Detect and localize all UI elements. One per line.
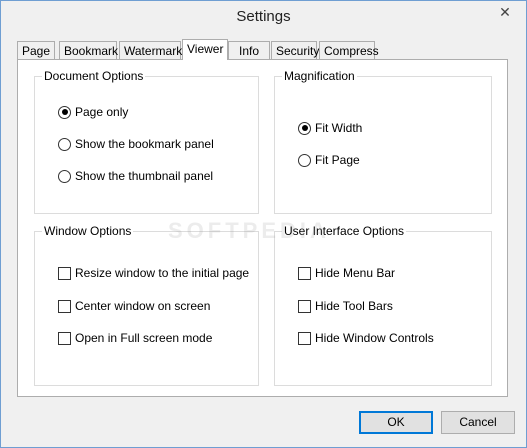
checkbox[interactable] <box>298 266 311 280</box>
checkbox-center-window[interactable]: Center window on screen <box>58 299 210 313</box>
checkbox-label: Resize window to the initial page <box>75 266 250 280</box>
tab-info[interactable]: Info <box>228 41 270 59</box>
radio-label: Fit Width <box>315 121 363 135</box>
viewer-tab-panel: Document Options Page only Show the book… <box>17 59 508 397</box>
radio-button[interactable] <box>58 137 71 151</box>
checkbox-label: Hide Window Controls <box>315 331 434 345</box>
title-bar: Settings ✕ <box>1 1 526 34</box>
tab-watermark[interactable]: Watermark <box>119 41 182 59</box>
checkbox-hide-menu-bar[interactable]: Hide Menu Bar <box>298 266 395 280</box>
checkbox-label: Hide Menu Bar <box>315 266 396 280</box>
tab-bookmark[interactable]: Bookmark <box>59 41 118 59</box>
radio-button[interactable] <box>298 153 311 167</box>
radio-page-only[interactable]: Page only <box>58 105 128 119</box>
cancel-button[interactable]: Cancel <box>441 411 515 434</box>
tab-compress[interactable]: Compress <box>319 41 379 59</box>
radio-button-checked[interactable] <box>58 105 71 119</box>
radio-label: Fit Page <box>315 153 360 167</box>
radio-fit-page[interactable]: Fit Page <box>298 153 360 167</box>
checkbox-resize-window[interactable]: Resize window to the initial page <box>58 266 249 280</box>
checkbox-label: Center window on screen <box>75 299 211 313</box>
document-options-label: Document Options <box>42 69 146 83</box>
checkbox-hide-tool-bars[interactable]: Hide Tool Bars <box>298 299 393 313</box>
ui-options-group: User Interface Options Hide Menu Bar Hid… <box>274 224 492 386</box>
ui-options-label: User Interface Options <box>282 224 407 238</box>
document-options-group: Document Options Page only Show the book… <box>34 69 259 214</box>
checkbox[interactable] <box>58 331 71 345</box>
magnification-label: Magnification <box>282 69 357 83</box>
checkbox[interactable] <box>58 299 71 313</box>
magnification-group: Magnification Fit Width Fit Page <box>274 69 492 214</box>
tab-page[interactable]: Page <box>17 41 55 59</box>
radio-button[interactable] <box>58 169 71 183</box>
tab-security[interactable]: Security <box>271 41 319 59</box>
radio-fit-width[interactable]: Fit Width <box>298 121 362 135</box>
window-title: Settings <box>236 8 291 25</box>
radio-show-bookmark-panel[interactable]: Show the bookmark panel <box>58 137 214 151</box>
checkbox-label: Hide Tool Bars <box>315 299 393 313</box>
close-button[interactable]: ✕ <box>492 3 518 21</box>
settings-window: Settings ✕ Page Bookmark Watermark Viewe… <box>0 0 527 448</box>
tab-viewer[interactable]: Viewer <box>182 39 228 60</box>
ok-button[interactable]: OK <box>359 411 433 434</box>
checkbox[interactable] <box>298 299 311 313</box>
window-options-group: Window Options Resize window to the init… <box>34 224 259 386</box>
checkbox-full-screen[interactable]: Open in Full screen mode <box>58 331 212 345</box>
radio-button-checked[interactable] <box>298 121 311 135</box>
radio-label: Page only <box>75 105 129 119</box>
checkbox-label: Open in Full screen mode <box>75 331 213 345</box>
radio-label: Show the bookmark panel <box>75 137 214 151</box>
checkbox[interactable] <box>298 331 311 345</box>
window-options-label: Window Options <box>42 224 134 238</box>
checkbox-hide-window-controls[interactable]: Hide Window Controls <box>298 331 434 345</box>
checkbox[interactable] <box>58 266 71 280</box>
radio-label: Show the thumbnail panel <box>75 169 214 183</box>
radio-show-thumbnail-panel[interactable]: Show the thumbnail panel <box>58 169 213 183</box>
close-icon: ✕ <box>499 3 511 20</box>
